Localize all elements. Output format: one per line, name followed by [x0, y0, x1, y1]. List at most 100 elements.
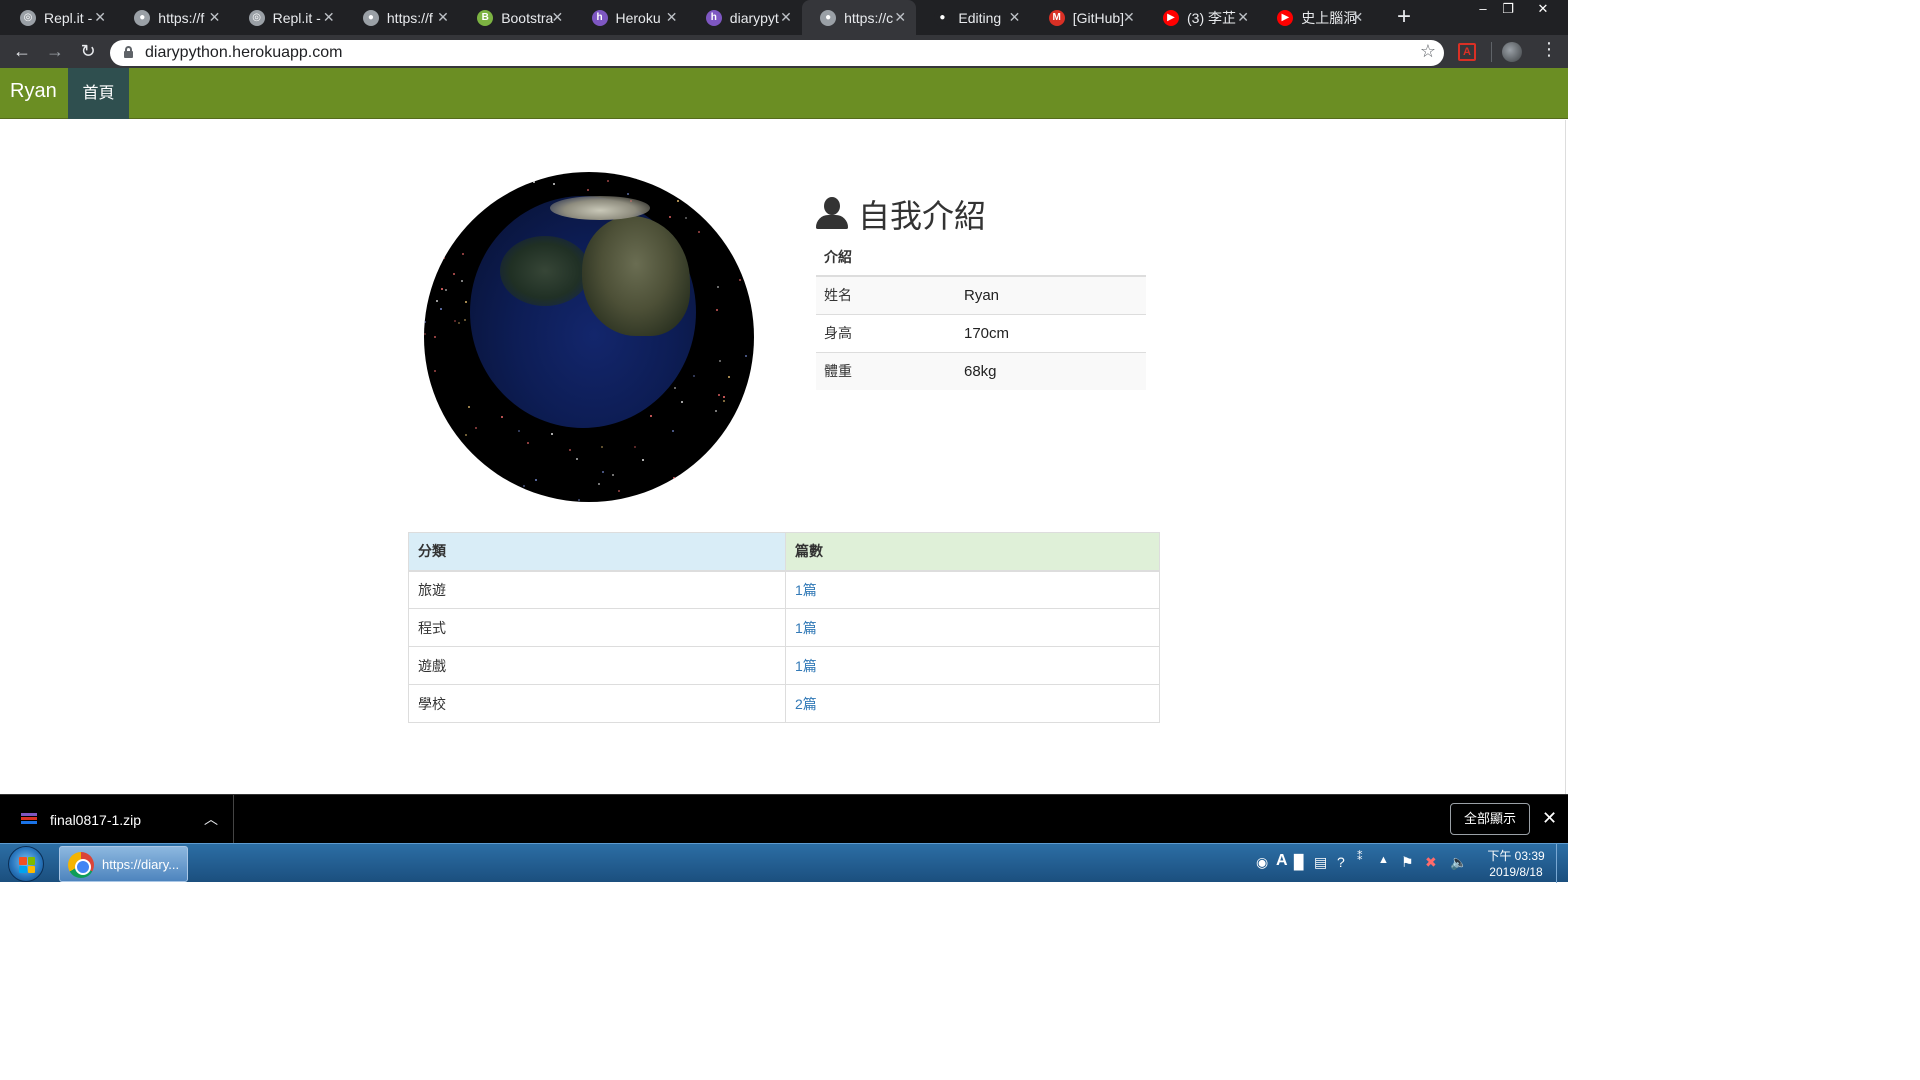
show-desktop-button[interactable]	[1556, 844, 1568, 883]
star-dot	[462, 252, 465, 255]
star-dot	[568, 448, 571, 451]
tray-window-icon[interactable]: ▉	[1294, 854, 1305, 871]
star-dot	[701, 500, 704, 502]
star-dot	[522, 485, 525, 488]
menu-kebab-icon[interactable]: ⋮	[1540, 39, 1558, 60]
star-dot	[480, 497, 483, 500]
star-dot	[474, 427, 477, 430]
browser-tab[interactable]: B Bootstra ✕	[459, 0, 573, 35]
category-count-link[interactable]: 1篇	[795, 582, 817, 598]
address-bar[interactable]: diarypython.herokuapp.com ☆	[110, 40, 1444, 66]
user-icon	[816, 197, 848, 231]
category-count-link[interactable]: 1篇	[795, 658, 817, 674]
tray-network-icon[interactable]: ◉	[1256, 854, 1268, 871]
back-icon[interactable]: ←	[10, 39, 34, 63]
chevron-up-icon[interactable]: ︿	[204, 809, 218, 829]
download-filename[interactable]: final0817-1.zip	[50, 812, 141, 828]
bookmark-star-icon[interactable]: ☆	[1420, 41, 1436, 62]
field-label: 身高	[816, 313, 956, 352]
field-value: 170cm	[956, 313, 1146, 352]
star-dot	[458, 321, 461, 324]
category-name: 遊戲	[408, 646, 786, 685]
star-dot	[683, 473, 686, 476]
heroku-icon: h	[591, 9, 608, 26]
table-row: 學校 2篇	[408, 684, 1160, 723]
star-dot	[716, 484, 719, 487]
tab-close-icon[interactable]: ✕	[1237, 9, 1249, 26]
forward-icon[interactable]: →	[43, 39, 67, 63]
browser-tab[interactable]: ● https://f ✕	[345, 0, 459, 35]
reload-icon[interactable]: ↻	[76, 39, 100, 63]
close-window-button[interactable]: ✕	[1528, 0, 1558, 18]
category-name: 旅遊	[408, 570, 786, 609]
restore-button[interactable]: ❐	[1493, 0, 1523, 18]
globe-icon: ●	[134, 9, 151, 26]
taskbar-chrome-button[interactable]: https://diary...	[59, 846, 188, 882]
star-dot	[550, 432, 553, 435]
system-clock[interactable]: 下午 03:39 2019/8/18	[1478, 848, 1554, 880]
tab-close-icon[interactable]: ✕	[209, 9, 221, 26]
download-item[interactable]: final0817-1.zip ︿	[0, 795, 234, 844]
tray-help-icon[interactable]: ?	[1337, 854, 1345, 870]
tab-close-icon[interactable]: ✕	[437, 9, 449, 26]
browser-tab[interactable]: ● Editing ✕	[916, 0, 1030, 35]
star-dot	[717, 393, 720, 396]
polar-ice	[550, 196, 650, 220]
nav-home-link[interactable]: 首頁	[68, 68, 129, 119]
close-icon[interactable]: ✕	[1542, 808, 1557, 829]
star-dot	[452, 241, 455, 244]
windows-taskbar: https://diary... ◉ A ▉ ▤ ? ⁑ ▲ ⚑ ✖ 🔈 下午 …	[0, 843, 1568, 883]
pdf-extension-icon[interactable]: A	[1458, 43, 1476, 61]
star-dot	[527, 441, 530, 444]
tab-title: diarypyt	[729, 9, 779, 26]
browser-tab[interactable]: ◎ Repl.it - ✕	[231, 0, 345, 35]
tab-title: Editing	[958, 9, 1002, 26]
earth-globe-image	[424, 172, 754, 502]
star-dot	[452, 218, 455, 221]
tab-close-icon[interactable]: ✕	[666, 9, 678, 26]
page-scrollbar[interactable]	[1565, 120, 1568, 794]
browser-tab[interactable]: ▶ 史上腦洞 ✕	[1259, 0, 1373, 35]
tab-close-icon[interactable]: ✕	[894, 9, 906, 26]
tab-close-icon[interactable]: ✕	[323, 9, 335, 26]
profile-avatar-icon[interactable]	[1502, 42, 1522, 62]
star-dot	[633, 445, 636, 448]
tab-close-icon[interactable]: ✕	[1009, 9, 1021, 26]
star-dot	[453, 498, 456, 501]
browser-tab[interactable]: h diarypyt ✕	[688, 0, 802, 35]
tab-close-icon[interactable]: ✕	[94, 9, 106, 26]
category-count-link[interactable]: 2篇	[795, 696, 817, 712]
show-all-downloads-button[interactable]: 全部顯示	[1450, 803, 1530, 835]
site-brand[interactable]: Ryan	[10, 80, 57, 103]
start-button[interactable]	[8, 846, 44, 882]
star-dot	[641, 458, 644, 461]
star-dot	[684, 217, 687, 220]
tray-settings-icon[interactable]: ⁑	[1357, 850, 1363, 863]
tab-close-icon[interactable]: ✕	[1352, 9, 1364, 26]
star-dot	[533, 181, 536, 184]
star-dot	[722, 399, 725, 402]
category-count-link[interactable]: 1篇	[795, 620, 817, 636]
url-text[interactable]: diarypython.herokuapp.com	[145, 44, 342, 62]
star-dot	[552, 182, 555, 185]
browser-tab[interactable]: ● https://c ✕	[802, 0, 917, 35]
browser-tab[interactable]: ▶ (3) 李芷 ✕	[1145, 0, 1259, 35]
tray-keyboard-icon[interactable]: ▤	[1314, 854, 1327, 871]
tray-expand-icon[interactable]: ▲	[1378, 854, 1389, 866]
star-dot	[598, 483, 601, 486]
new-tab-button[interactable]: +	[1393, 4, 1415, 30]
tray-volume-icon[interactable]: 🔈	[1450, 854, 1467, 871]
tab-close-icon[interactable]: ✕	[1123, 9, 1135, 26]
tray-network-error-icon[interactable]: ✖	[1425, 854, 1437, 871]
lock-icon[interactable]	[124, 46, 133, 58]
tab-title: Heroku	[615, 9, 661, 26]
star-dot	[464, 300, 467, 303]
browser-tab[interactable]: h Heroku ✕	[574, 0, 688, 35]
browser-tab[interactable]: M [GitHub] ✕	[1031, 0, 1145, 35]
tray-ime-icon[interactable]: A	[1276, 852, 1288, 870]
tray-action-center-icon[interactable]: ⚑	[1401, 854, 1414, 871]
browser-tab[interactable]: ◎ Repl.it - ✕	[2, 0, 116, 35]
browser-tab[interactable]: ● https://f ✕	[116, 0, 230, 35]
tab-close-icon[interactable]: ✕	[780, 9, 792, 26]
tab-close-icon[interactable]: ✕	[551, 9, 563, 26]
